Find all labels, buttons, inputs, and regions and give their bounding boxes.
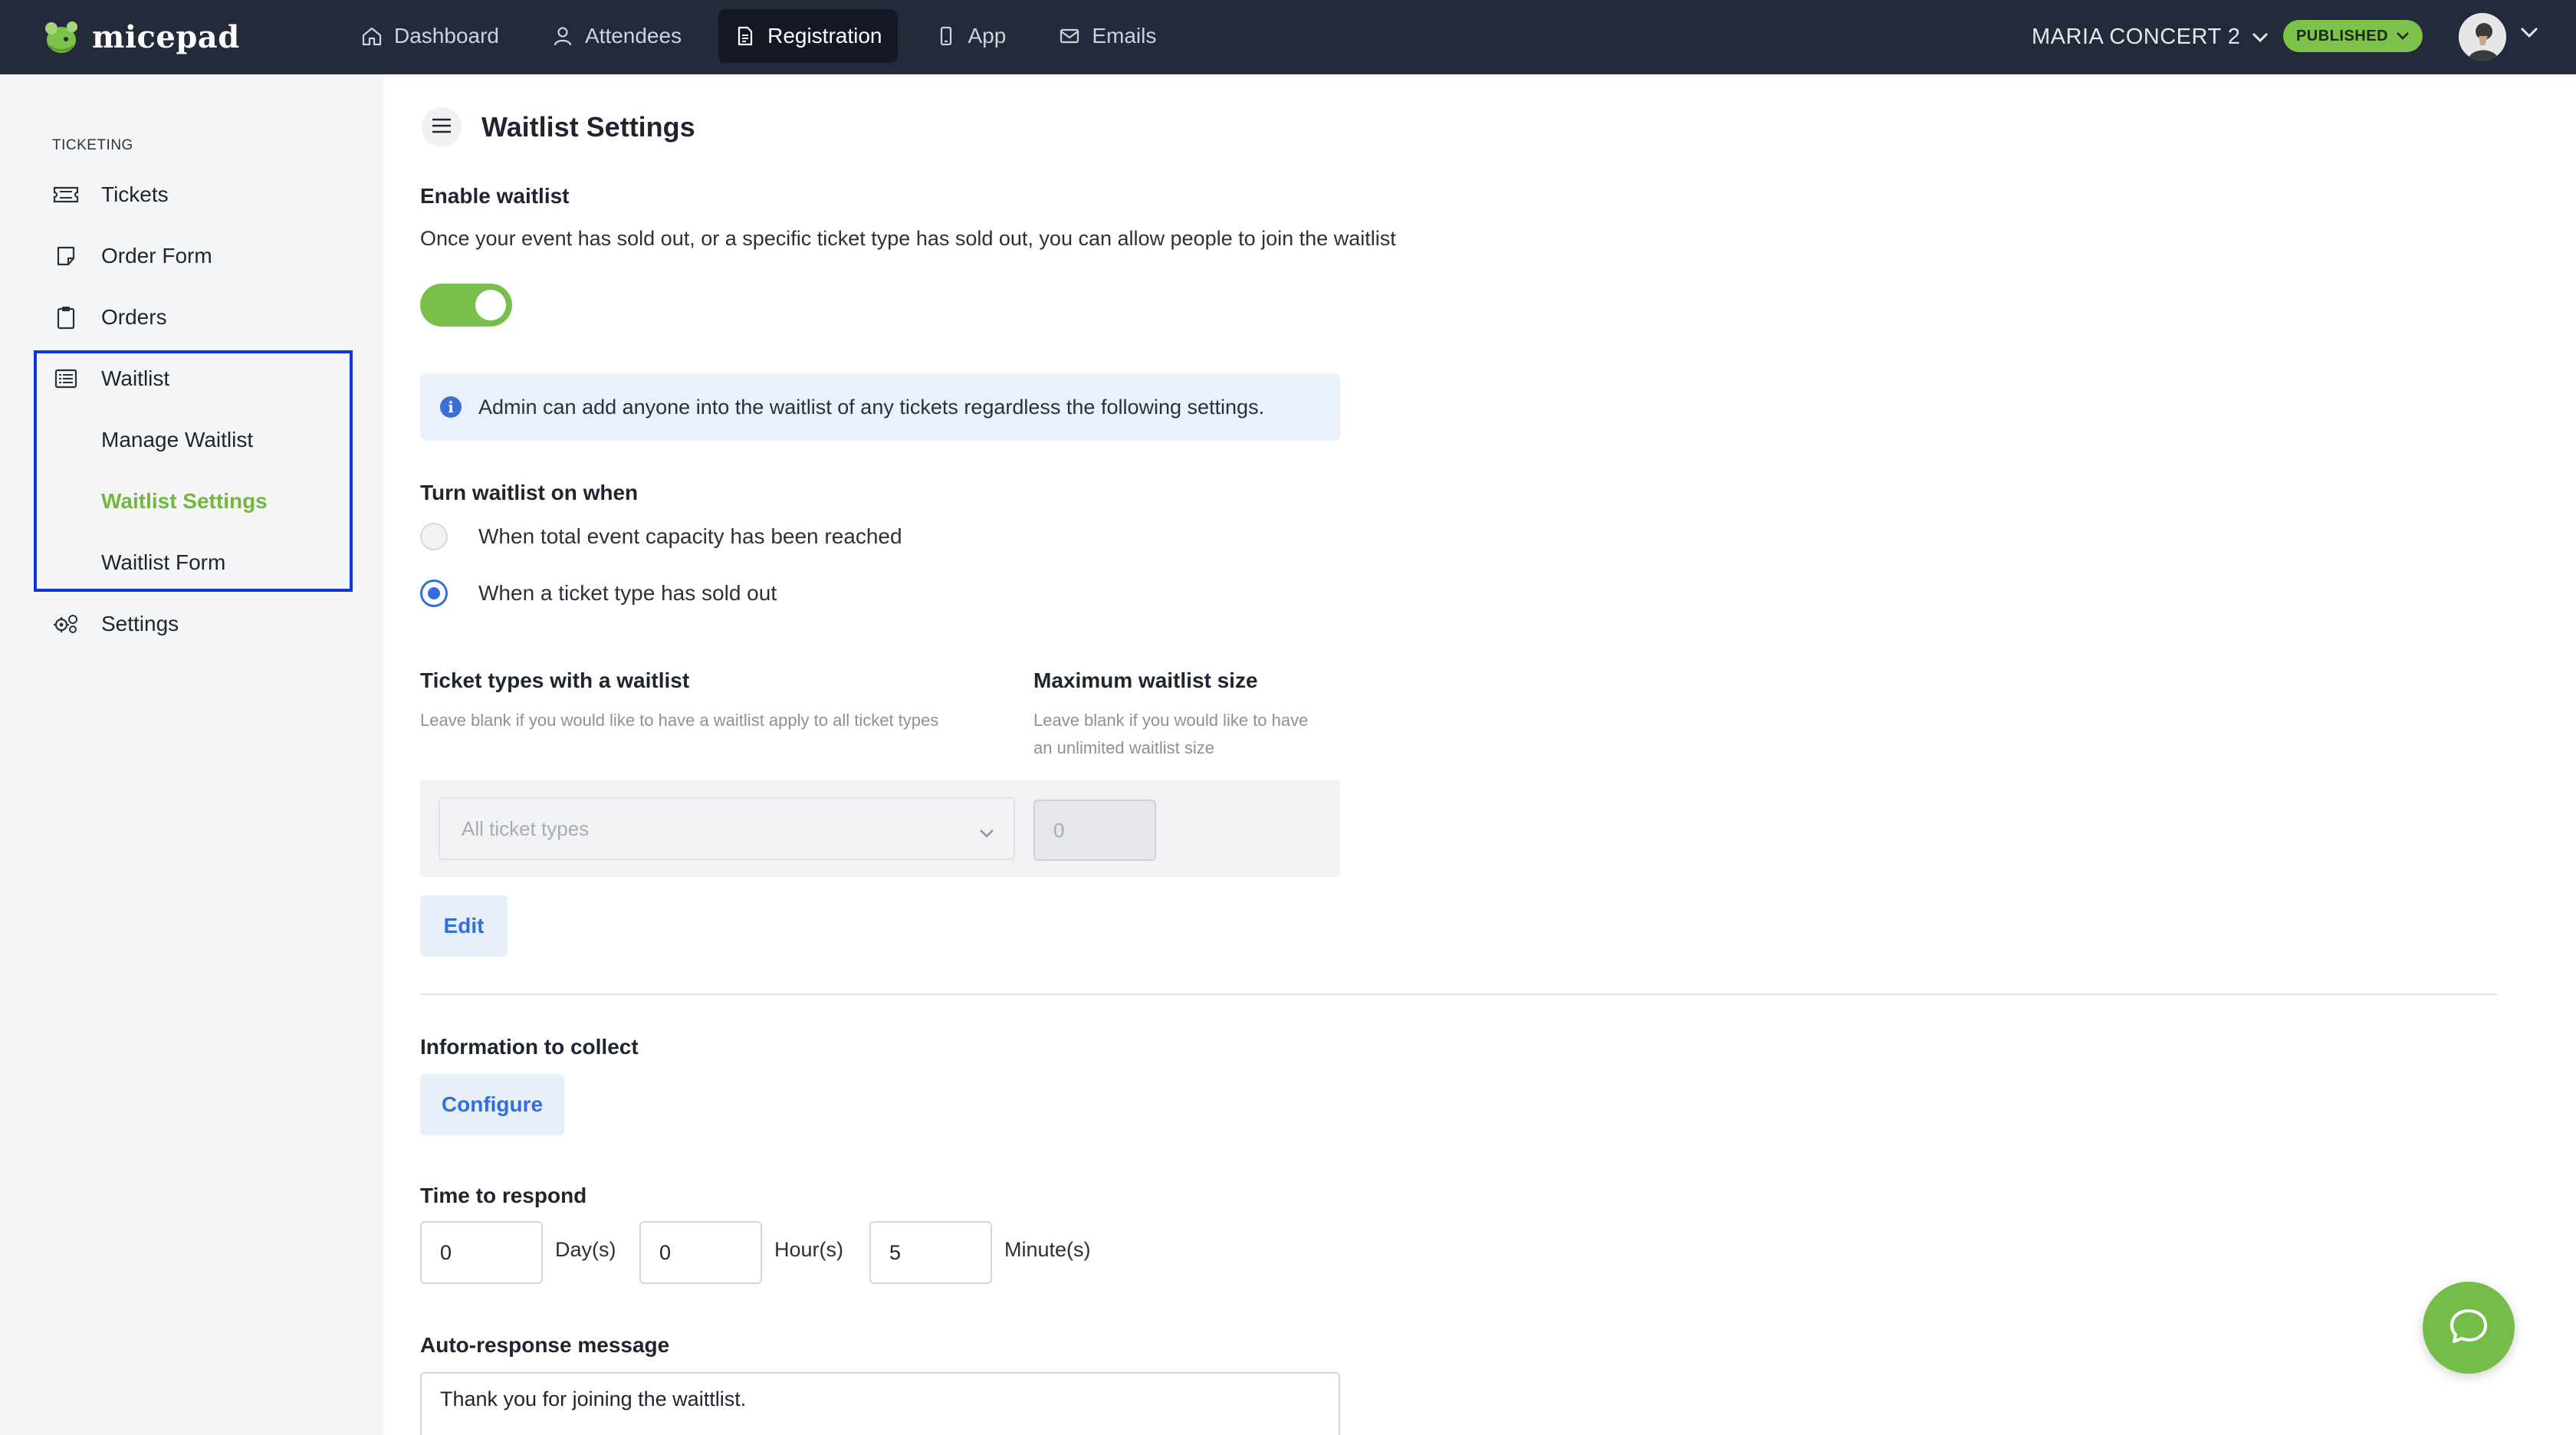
max-waitlist-size-hint-2: an unlimited waitlist size	[1033, 738, 1214, 757]
hours-input[interactable]: 0	[639, 1221, 762, 1284]
sidebar-section-title: TICKETING	[52, 137, 133, 153]
turn-waitlist-on-label: Turn waitlist on when	[420, 481, 639, 504]
ticket-icon	[52, 181, 80, 209]
document-icon	[734, 25, 757, 48]
radio-option-event-capacity[interactable]: When total event capacity has been reach…	[420, 521, 902, 552]
app-name: micepad	[92, 18, 240, 55]
nav-dashboard-label: Dashboard	[394, 24, 499, 48]
enable-waitlist-description: Once your event has sold out, or a speci…	[420, 227, 1396, 250]
waitlist-highlight-box	[34, 350, 353, 592]
days-unit-label: Day(s)	[555, 1238, 616, 1261]
ticket-types-label: Ticket types with a waitlist	[420, 668, 690, 692]
info-notice-text: Admin can add anyone into the waitlist o…	[478, 395, 1265, 419]
radio-option-ticket-sold-out[interactable]: When a ticket type has sold out	[420, 578, 777, 609]
sidebar-item-label: Settings	[101, 612, 179, 635]
nav-registration-label: Registration	[767, 24, 882, 48]
days-input[interactable]: 0	[420, 1221, 543, 1284]
radio-option-label: When total event capacity has been reach…	[478, 524, 902, 548]
toggle-knob	[475, 290, 506, 320]
sidebar-item-tickets[interactable]: Tickets	[52, 179, 169, 210]
sidebar-item-orders[interactable]: Orders	[52, 302, 167, 333]
chevron-down-icon[interactable]	[2519, 26, 2539, 44]
menu-toggle-button[interactable]	[422, 107, 462, 147]
event-selector[interactable]: MARIA CONCERT 2	[2032, 20, 2269, 54]
information-to-collect-label: Information to collect	[420, 1035, 639, 1059]
ticket-types-select-value: All ticket types	[462, 816, 590, 840]
user-icon	[551, 25, 574, 48]
max-waitlist-size-hint-1: Leave blank if you would like to have	[1033, 711, 1309, 730]
chat-support-button[interactable]	[2423, 1282, 2515, 1374]
hours-unit-label: Hour(s)	[774, 1238, 844, 1261]
nav-app-label: App	[968, 24, 1007, 48]
sidebar-item-label: Tickets	[101, 182, 169, 206]
time-to-respond-label: Time to respond	[420, 1184, 587, 1207]
nav-app[interactable]: App	[919, 9, 1022, 63]
chevron-down-icon	[2396, 28, 2410, 45]
user-avatar[interactable]	[2459, 13, 2506, 61]
event-name-label: MARIA CONCERT 2	[2032, 24, 2241, 49]
enable-waitlist-label: Enable waitlist	[420, 184, 570, 208]
max-waitlist-size-label: Maximum waitlist size	[1033, 668, 1258, 692]
ticket-types-select[interactable]: All ticket types	[439, 797, 1015, 860]
published-status-label: PUBLISHED	[2295, 27, 2389, 44]
enable-waitlist-toggle[interactable]	[420, 284, 512, 327]
info-notice: i Admin can add anyone into the waitlist…	[420, 373, 1340, 441]
sidebar-item-label: Orders	[101, 305, 167, 329]
home-icon	[360, 25, 383, 48]
radio-option-label: When a ticket type has sold out	[478, 581, 777, 605]
sidebar	[0, 74, 383, 1435]
minutes-input[interactable]: 5	[869, 1221, 992, 1284]
info-icon: i	[440, 396, 462, 418]
gears-icon	[52, 610, 80, 638]
nav-registration[interactable]: Registration	[718, 9, 898, 63]
ticket-types-hint: Leave blank if you would like to have a …	[420, 711, 939, 730]
nav-emails[interactable]: Emails	[1043, 9, 1171, 63]
chevron-down-icon	[2251, 25, 2269, 50]
sidebar-item-settings[interactable]: Settings	[52, 609, 179, 639]
radio-button[interactable]	[420, 523, 448, 550]
nav-dashboard[interactable]: Dashboard	[345, 9, 514, 63]
page-title: Waitlist Settings	[481, 111, 695, 143]
chevron-down-icon	[978, 820, 995, 844]
section-divider	[420, 993, 2498, 995]
edit-button[interactable]: Edit	[420, 895, 508, 957]
app-logo[interactable]: micepad	[43, 15, 240, 58]
max-waitlist-size-input[interactable]: 0	[1033, 800, 1156, 861]
nav-emails-label: Emails	[1092, 24, 1157, 48]
nav-attendees-label: Attendees	[584, 24, 682, 48]
main-nav: Dashboard Attendees Registration App Ema…	[345, 9, 1193, 63]
nav-attendees[interactable]: Attendees	[536, 9, 697, 63]
micepad-logo-icon	[43, 18, 81, 55]
hamburger-icon	[430, 117, 453, 139]
radio-button-checked[interactable]	[420, 580, 448, 607]
chat-bubble-icon	[2447, 1305, 2490, 1351]
sidebar-item-label: Order Form	[101, 244, 212, 268]
auto-response-textarea[interactable]: Thank you for joining the waittlist.	[420, 1372, 1340, 1435]
auto-response-label: Auto-response message	[420, 1333, 670, 1357]
published-status-badge[interactable]: PUBLISHED	[2283, 20, 2423, 52]
configure-button[interactable]: Configure	[420, 1074, 564, 1135]
top-navigation-bar: micepad Dashboard Attendees Registration…	[0, 0, 2576, 74]
phone-icon	[935, 25, 958, 48]
sidebar-item-order-form[interactable]: Order Form	[52, 241, 212, 271]
minutes-unit-label: Minute(s)	[1004, 1238, 1091, 1261]
form-icon	[52, 242, 80, 270]
clipboard-icon	[52, 304, 80, 331]
mail-icon	[1058, 25, 1081, 48]
